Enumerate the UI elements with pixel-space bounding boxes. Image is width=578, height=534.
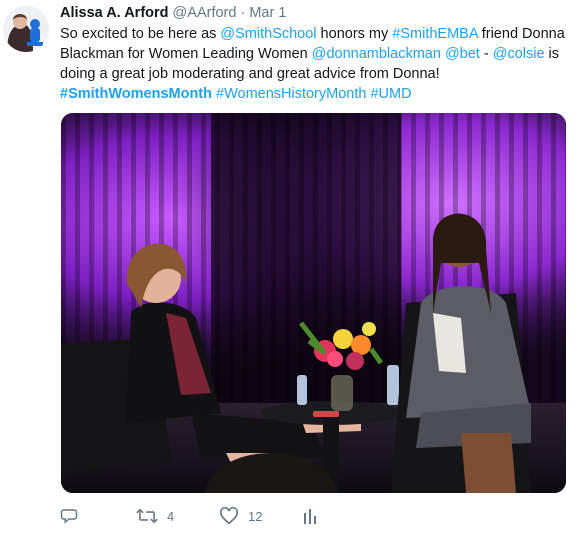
retweet-count: 4 bbox=[167, 508, 175, 524]
author-name[interactable]: Alissa A. Arford bbox=[60, 5, 169, 21]
avatar-image bbox=[3, 6, 49, 52]
tweet-text: So excited to be here as @SmithSchool ho… bbox=[60, 24, 570, 104]
tweet: Alissa A. Arford @AArford · Mar 1 So exc… bbox=[0, 0, 578, 534]
author-handle[interactable]: @AArford bbox=[173, 5, 237, 21]
mention-link[interactable]: @bet bbox=[445, 46, 480, 62]
tweet-date[interactable]: Mar 1 bbox=[249, 5, 286, 21]
mention-link[interactable]: @SmithSchool bbox=[220, 26, 316, 42]
analytics-action[interactable] bbox=[303, 505, 317, 527]
retweet-action[interactable]: 4 bbox=[136, 505, 174, 527]
hashtag-link[interactable]: #SmithEMBA bbox=[392, 26, 477, 42]
hashtag-link[interactable]: #SmithWomensMonth bbox=[60, 86, 212, 102]
reply-action[interactable] bbox=[60, 505, 87, 527]
mention-link[interactable]: @colsie bbox=[493, 46, 545, 62]
meta-separator: · bbox=[236, 5, 250, 21]
tweet-actions: 4 12 bbox=[60, 505, 360, 527]
reply-icon bbox=[60, 507, 78, 525]
text-segment: honors my bbox=[316, 26, 393, 42]
text-segment: So excited to be here as bbox=[60, 26, 221, 42]
text-segment: - bbox=[479, 46, 493, 62]
mention-link[interactable]: @donnamblackman bbox=[312, 46, 441, 62]
tweet-photo[interactable] bbox=[61, 113, 566, 493]
hashtag-link[interactable]: #WomensHistoryMonth bbox=[216, 86, 366, 102]
like-action[interactable]: 12 bbox=[219, 505, 262, 527]
analytics-icon bbox=[303, 507, 317, 525]
like-count: 12 bbox=[248, 508, 263, 524]
hashtag-link[interactable]: #UMD bbox=[370, 86, 411, 102]
tweet-header: Alissa A. Arford @AArford · Mar 1 bbox=[60, 4, 286, 22]
retweet-icon bbox=[136, 507, 158, 525]
like-icon bbox=[219, 507, 239, 525]
avatar[interactable] bbox=[3, 6, 49, 52]
photo-image bbox=[61, 113, 566, 493]
